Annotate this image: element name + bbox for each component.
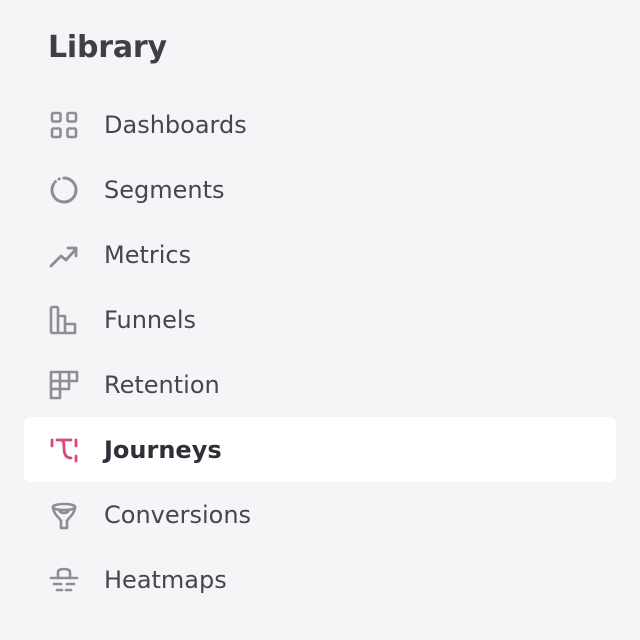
nav-item-label: Metrics xyxy=(104,240,192,269)
nav-item-heatmaps[interactable]: Heatmaps xyxy=(24,547,616,612)
library-nav: Dashboards Segments Metrics Funnels Rete… xyxy=(24,92,616,612)
nav-item-dashboards[interactable]: Dashboards xyxy=(24,92,616,157)
journey-path-icon xyxy=(48,434,80,466)
dotted-ring-icon xyxy=(48,174,80,206)
nav-item-label: Retention xyxy=(104,370,220,399)
nav-item-funnels[interactable]: Funnels xyxy=(24,287,616,352)
library-title: Library xyxy=(48,30,167,65)
grid-icon xyxy=(48,109,80,141)
nav-item-label: Journeys xyxy=(104,435,222,464)
nav-item-label: Dashboards xyxy=(104,110,247,139)
nav-item-journeys[interactable]: Journeys xyxy=(24,417,616,482)
nav-item-metrics[interactable]: Metrics xyxy=(24,222,616,287)
funnel-bars-icon xyxy=(48,304,80,336)
nav-item-conversions[interactable]: Conversions xyxy=(24,482,616,547)
trend-up-icon xyxy=(48,239,80,271)
nav-item-label: Funnels xyxy=(104,305,197,334)
nav-item-label: Conversions xyxy=(104,500,252,529)
nav-item-label: Segments xyxy=(104,175,225,204)
heatmap-icon xyxy=(48,564,80,596)
retention-grid-icon xyxy=(48,369,80,401)
nav-item-retention[interactable]: Retention xyxy=(24,352,616,417)
nav-item-segments[interactable]: Segments xyxy=(24,157,616,222)
nav-item-label: Heatmaps xyxy=(104,565,227,594)
conversion-funnel-icon xyxy=(48,499,80,531)
